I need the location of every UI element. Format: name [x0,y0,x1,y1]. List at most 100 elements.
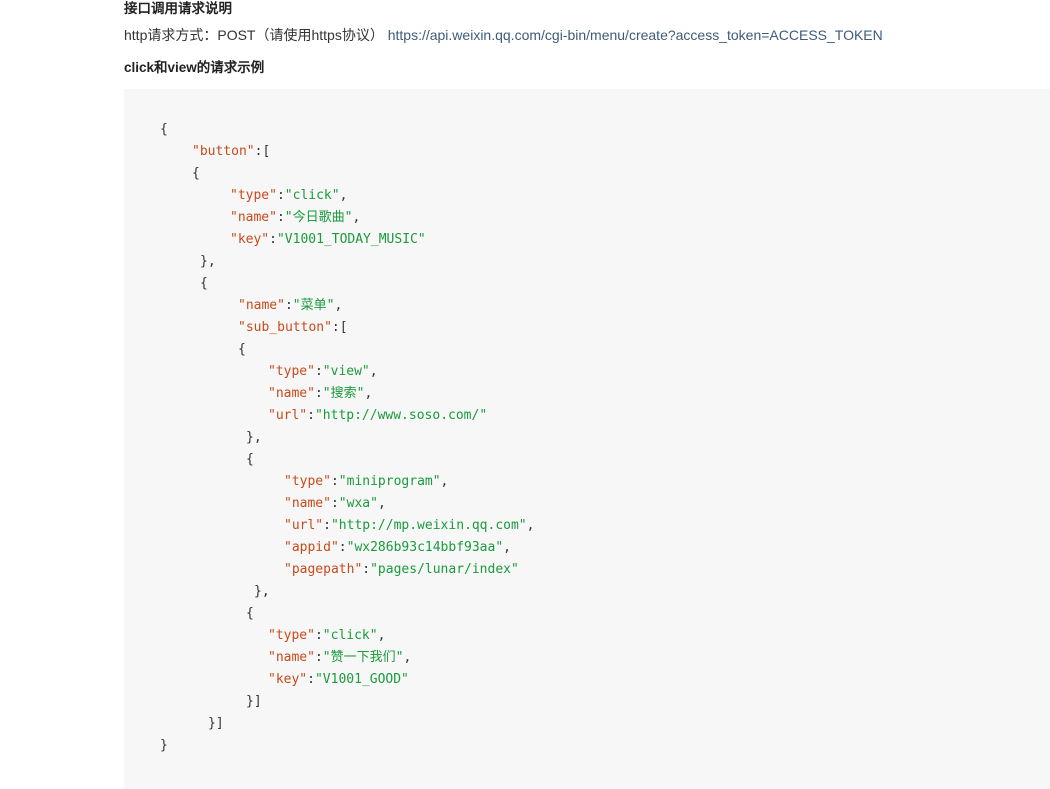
code-key: "name" [268,386,315,401]
code-value: "pages/lunar/index" [370,562,519,577]
code-punctuation: :[ [331,320,348,335]
code-line: { [160,119,168,141]
code-key: "type" [268,364,315,379]
section-title: 接口调用请求说明 [124,1,232,16]
code-key: "type" [268,628,315,643]
code-punctuation: { [238,342,246,357]
code-line: }] [246,691,262,713]
code-punctuation: : [330,496,339,511]
code-line: "appid":"wx286b93c14bbf93aa", [284,537,511,559]
code-value: "http://www.soso.com/" [314,408,488,423]
code-line: }, [246,427,262,449]
code-punctuation: }] [246,694,262,709]
code-punctuation: , [352,210,361,225]
code-line: "name":"wxa", [284,493,386,515]
code-line: "type":"miniprogram", [284,471,448,493]
code-line: { [238,339,246,361]
code-value: "http://mp.weixin.qq.com" [330,518,527,533]
code-punctuation: , [369,364,378,379]
code-punctuation: :[ [254,144,271,159]
code-key: "appid" [284,540,339,555]
code-example-block: {"button":[{"type":"click", "name":"今日歌曲"… [124,89,1050,789]
code-punctuation: : [314,364,323,379]
code-value: "click" [322,628,378,643]
code-punctuation: , [440,474,449,489]
code-punctuation: , [526,518,535,533]
code-line: { [200,273,208,295]
code-punctuation: : [314,628,323,643]
example-title: click和view的请求示例 [124,60,265,75]
code-punctuation: { [246,452,254,467]
code-punctuation: } [160,738,168,753]
code-punctuation: : [362,562,371,577]
code-line: "name":"今日歌曲", [230,207,360,229]
code-key: "url" [268,408,308,423]
code-value: "今日歌曲" [284,210,353,225]
code-key: "sub_button" [238,320,332,335]
code-key: "url" [284,518,324,533]
code-line: "type":"view", [268,361,378,383]
code-line: "name":"搜索", [268,383,372,405]
code-value: "V1001_GOOD" [314,672,409,687]
code-line: "name":"菜单", [238,295,342,317]
code-line: "url":"http://mp.weixin.qq.com", [284,515,534,537]
endpoint-url[interactable]: https://api.weixin.qq.com/cgi-bin/menu/c… [388,27,883,43]
code-punctuation: : [314,386,323,401]
code-value: "赞一下我们" [322,650,404,665]
code-punctuation: , [403,650,412,665]
code-key: "name" [238,298,285,313]
code-line: { [246,603,254,625]
code-key: "name" [230,210,277,225]
code-punctuation: }, [254,584,270,599]
code-value: "wx286b93c14bbf93aa" [346,540,504,555]
code-key: "key" [230,232,270,247]
code-line: "type":"click", [230,185,347,207]
code-punctuation: : [338,540,347,555]
code-punctuation: : [307,408,315,423]
code-line: }] [208,713,224,735]
code-punctuation: { [192,166,200,181]
code-value: "菜单" [292,298,335,313]
code-punctuation: : [269,232,277,247]
code-value: "miniprogram" [338,474,441,489]
code-line: "name":"赞一下我们", [268,647,411,669]
code-punctuation: , [334,298,343,313]
code-line: { [192,163,200,185]
code-value: "V1001_TODAY_MUSIC" [276,232,426,247]
code-line: } [160,735,168,757]
code-value: "搜索" [322,386,365,401]
code-punctuation: : [276,210,285,225]
code-punctuation: : [330,474,339,489]
code-punctuation: : [323,518,331,533]
code-line: "sub_button":[ [238,317,348,339]
code-value: "view" [322,364,370,379]
code-punctuation: { [246,606,254,621]
code-punctuation: : [276,188,285,203]
code-punctuation: }, [246,430,262,445]
code-punctuation: { [200,276,208,291]
code-key: "type" [284,474,331,489]
request-method-line: http请求方式：POST（请使用https协议） https://api.we… [124,25,883,45]
code-value: "click" [284,188,340,203]
code-punctuation: }] [208,716,224,731]
code-punctuation: , [339,188,348,203]
code-key: "name" [284,496,331,511]
code-key: "key" [268,672,308,687]
code-punctuation: , [377,496,386,511]
code-line: "type":"click", [268,625,385,647]
code-punctuation: : [284,298,293,313]
code-line: }, [254,581,270,603]
request-method-label: http请求方式：POST（请使用https协议） [124,27,384,43]
code-value: "wxa" [338,496,378,511]
code-punctuation: : [314,650,323,665]
code-line: }, [200,251,216,273]
code-punctuation: }, [200,254,216,269]
code-punctuation: , [503,540,511,555]
code-line: "url":"http://www.soso.com/" [268,405,487,427]
code-line: "key":"V1001_TODAY_MUSIC" [230,229,426,251]
code-punctuation: : [307,672,315,687]
code-line: "key":"V1001_GOOD" [268,669,409,691]
code-line: "pagepath":"pages/lunar/index" [284,559,519,581]
code-punctuation: { [160,122,168,137]
code-line: { [246,449,254,471]
